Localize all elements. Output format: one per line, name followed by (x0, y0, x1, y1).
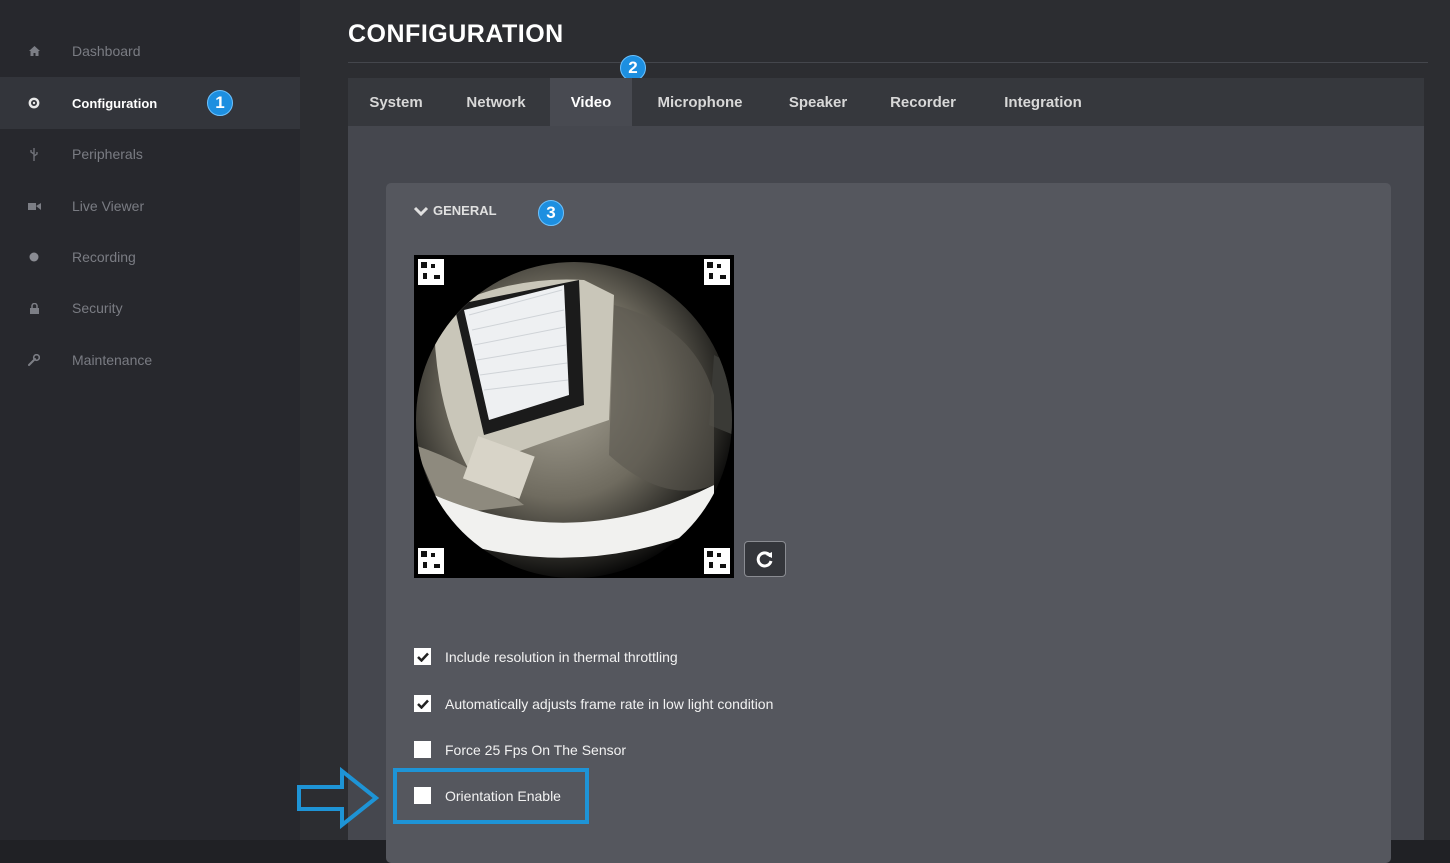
title-divider (348, 62, 1428, 63)
checkbox-checked[interactable] (414, 695, 431, 712)
option-label: Include resolution in thermal throttling (445, 648, 678, 665)
checkbox-checked[interactable] (414, 648, 431, 665)
section-title: GENERAL (433, 203, 497, 218)
tab-recorder[interactable]: Recorder (868, 78, 978, 126)
checkmark-icon (416, 699, 429, 709)
record-dot-icon (25, 231, 43, 283)
option-low-light-frame-rate[interactable]: Automatically adjusts frame rate in low … (414, 695, 773, 712)
sidebar-item-maintenance[interactable]: Maintenance (0, 334, 300, 386)
sidebar-item-label: Configuration (72, 95, 158, 111)
tab-speaker[interactable]: Speaker (768, 78, 868, 126)
sidebar-item-configuration[interactable]: Configuration 1 (0, 77, 300, 129)
video-camera-icon (25, 180, 43, 232)
tab-video[interactable]: Video (550, 78, 632, 126)
highlight-box (393, 768, 589, 824)
usb-icon (25, 128, 43, 180)
lock-icon (25, 282, 43, 334)
sidebar-item-peripherals[interactable]: Peripherals (0, 128, 300, 180)
wrench-icon (25, 334, 43, 386)
refresh-icon (756, 551, 773, 568)
sidebar-item-label: Recording (72, 249, 136, 265)
general-panel: GENERAL 3 Include resolution in thermal … (386, 183, 1391, 863)
option-force-25-fps[interactable]: Force 25 Fps On The Sensor (414, 741, 626, 758)
sidebar-item-dashboard[interactable]: Dashboard (0, 25, 300, 77)
video-preview (414, 255, 734, 578)
callout-badge-3: 3 (538, 200, 564, 226)
tab-integration[interactable]: Integration (978, 78, 1108, 126)
checkmark-icon (416, 652, 429, 662)
sidebar: Dashboard Configuration 1 Peripherals Li… (0, 0, 300, 840)
tab-bar: System Network Video Microphone Speaker … (348, 78, 1424, 126)
sidebar-item-label: Dashboard (72, 43, 141, 59)
checkbox-unchecked[interactable] (414, 741, 431, 758)
sidebar-item-label: Maintenance (72, 352, 153, 368)
home-icon (25, 25, 43, 77)
page-title: CONFIGURATION (348, 20, 564, 48)
arrow-right-icon (297, 766, 380, 830)
main-area: CONFIGURATION 2 System Network Video Mic… (300, 0, 1450, 863)
sidebar-item-recording[interactable]: Recording (0, 231, 300, 283)
sidebar-item-live-viewer[interactable]: Live Viewer (0, 180, 300, 232)
tab-system[interactable]: System (348, 78, 444, 126)
sidebar-item-label: Peripherals (72, 146, 143, 162)
tab-microphone[interactable]: Microphone (632, 78, 768, 126)
gear-icon (25, 77, 43, 129)
option-label: Automatically adjusts frame rate in low … (445, 695, 774, 712)
sidebar-item-label: Security (72, 300, 123, 316)
sidebar-item-label: Live Viewer (72, 198, 145, 214)
refresh-preview-button[interactable] (744, 541, 786, 577)
tab-content: GENERAL 3 Include resolution in thermal … (348, 126, 1424, 863)
tab-network[interactable]: Network (444, 78, 548, 126)
option-label: Force 25 Fps On The Sensor (445, 741, 627, 758)
sidebar-item-security[interactable]: Security (0, 282, 300, 334)
callout-badge-1: 1 (207, 90, 233, 116)
section-toggle-general[interactable]: GENERAL (413, 203, 497, 218)
option-thermal-throttling[interactable]: Include resolution in thermal throttling (414, 648, 678, 665)
chevron-down-icon (413, 206, 429, 216)
